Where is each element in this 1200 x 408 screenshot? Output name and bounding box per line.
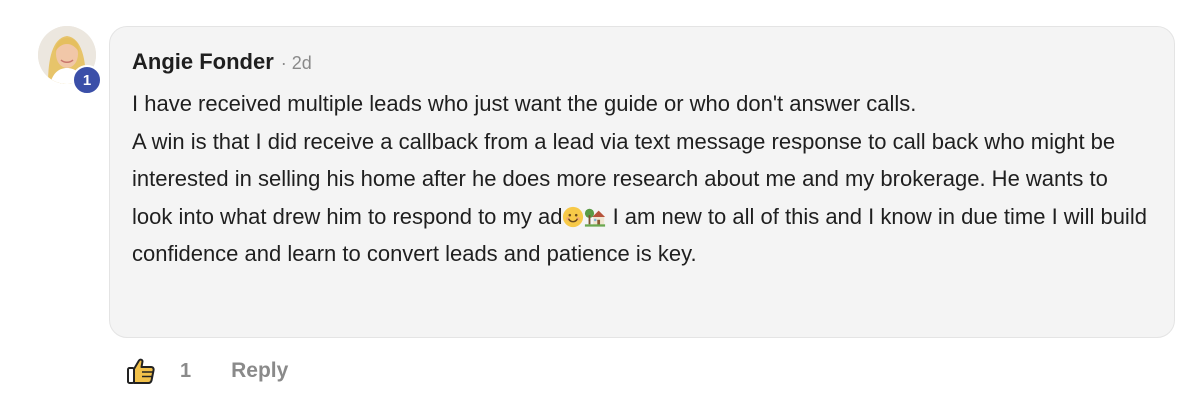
comment-paragraph-2: A win is that I did receive a callback f… bbox=[132, 123, 1152, 273]
comment-header: Angie Fonder · 2d bbox=[132, 49, 1152, 79]
author-avatar-container[interactable]: 1 bbox=[38, 26, 102, 95]
comment-paragraph-1: I have received multiple leads who just … bbox=[132, 91, 917, 116]
comment: 1 Angie Fonder · 2d I have received mult… bbox=[0, 0, 1200, 408]
comment-bubble: Angie Fonder · 2d I have received multip… bbox=[109, 26, 1175, 338]
meta-separator: · bbox=[280, 53, 287, 73]
comment-timestamp[interactable]: 2d bbox=[292, 53, 312, 74]
reply-button[interactable]: Reply bbox=[231, 359, 288, 383]
comment-body: I have received multiple leads who just … bbox=[132, 85, 1152, 273]
like-count: 1 bbox=[180, 359, 192, 382]
house-with-garden-icon bbox=[585, 208, 606, 227]
level-badge: 1 bbox=[72, 65, 102, 95]
smiling-face-icon bbox=[563, 206, 584, 227]
comment-actions: 1 Reply bbox=[126, 355, 288, 387]
thumbs-up-icon bbox=[127, 358, 155, 384]
like-button[interactable] bbox=[126, 356, 156, 386]
author-name[interactable]: Angie Fonder bbox=[132, 49, 274, 75]
